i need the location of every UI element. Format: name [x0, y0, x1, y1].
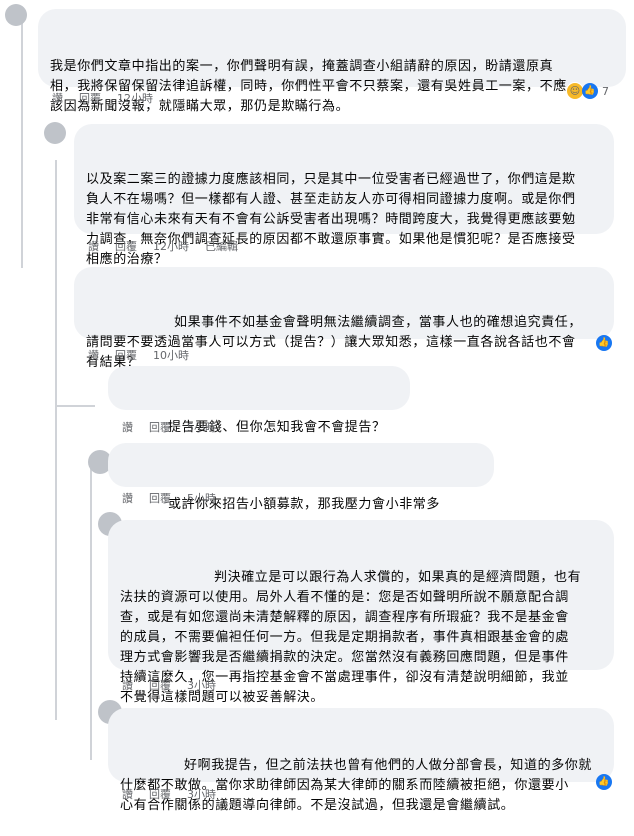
comment-actions: 讚 回覆 10小時 — [88, 347, 189, 363]
reply-button[interactable]: 回覆 — [149, 677, 171, 693]
reply-button[interactable]: 回覆 — [149, 490, 171, 506]
comment-bubble: 好啊我提告，但之前法扶也曾有他們的人做分部會長，知道的多你就 什麼都不敢做。當你… — [108, 708, 614, 813]
avatar[interactable] — [5, 4, 27, 26]
comment-timestamp: 12小時 — [153, 240, 189, 253]
edited-label: 已編輯 — [205, 240, 238, 253]
comment-timestamp: 5小時 — [187, 421, 216, 434]
reply-button[interactable]: 回覆 — [79, 90, 101, 106]
comment-bubble: 以及案二案三的證據力度應該相同，只是其中一位受害者已經過世了，你們這是欺 負人不… — [74, 124, 614, 267]
comment-bubble: 或許你來招告小額募款，那我壓力會小非常多 — [108, 443, 494, 512]
reaction-badge[interactable]: ☺ 👍 7 — [566, 82, 609, 100]
like-button[interactable]: 讚 — [88, 238, 99, 254]
reply-button[interactable]: 回覆 — [115, 347, 137, 363]
comment-text: 如果事件不如基金會聲明無法繼續調查，當事人也的確想追究責任， 請問要不要透過當事… — [86, 315, 583, 370]
thread-line — [55, 160, 57, 720]
comment-actions: 讚 回覆 5小時 — [122, 490, 216, 506]
comment-actions: 讚 回覆 12小時 — [52, 90, 153, 106]
comment-timestamp: 5小時 — [187, 492, 216, 505]
thread-line — [90, 460, 92, 760]
comment-bubble: 提告要錢、但你怎知我會不會提告？ — [108, 366, 410, 435]
like-icon: 👍 — [582, 83, 598, 99]
comment-actions: 讚 回覆 12小時 已編輯 — [88, 238, 238, 254]
comment-bubble: 如果事件不如基金會聲明無法繼續調查，當事人也的確想追究責任， 請問要不要透過當事… — [74, 267, 614, 370]
comment-timestamp: 12小時 — [117, 92, 153, 105]
like-icon[interactable]: 👍 — [596, 335, 612, 351]
like-button[interactable]: 讚 — [122, 419, 133, 435]
like-icon[interactable]: 👍 — [596, 774, 612, 790]
comment-bubble: 判決確立是可以跟行為人求償的，如果真的是經濟問題，也有 法扶的資源可以使用。局外… — [108, 520, 614, 705]
thread-line — [21, 18, 23, 268]
like-button[interactable]: 讚 — [122, 490, 133, 506]
comment-timestamp: 3小時 — [187, 679, 216, 692]
reply-button[interactable]: 回覆 — [115, 238, 137, 254]
comment-text: 以及案二案三的證據力度應該相同，只是其中一位受害者已經過世了，你們這是欺 負人不… — [86, 172, 576, 267]
comment-timestamp: 10小時 — [153, 349, 189, 362]
reaction-count: 7 — [602, 84, 609, 98]
like-button[interactable]: 讚 — [88, 347, 99, 363]
like-button[interactable]: 讚 — [122, 677, 133, 693]
reply-button[interactable]: 回覆 — [149, 419, 171, 435]
comment-bubble: 我是你們文章中指出的案一，你們聲明有誤，掩蓋調查小組請辭的原因，盼請還原真 相，… — [38, 9, 626, 114]
thread-line — [55, 405, 95, 407]
like-button[interactable]: 讚 — [52, 90, 63, 106]
comment-actions: 讚 回覆 3小時 — [122, 677, 216, 693]
comment-actions: 讚 回覆 5小時 — [122, 419, 216, 435]
comment-text: 我是你們文章中指出的案一，你們聲明有誤，掩蓋調查小組請辭的原因，盼請還原真 相，… — [50, 59, 567, 114]
